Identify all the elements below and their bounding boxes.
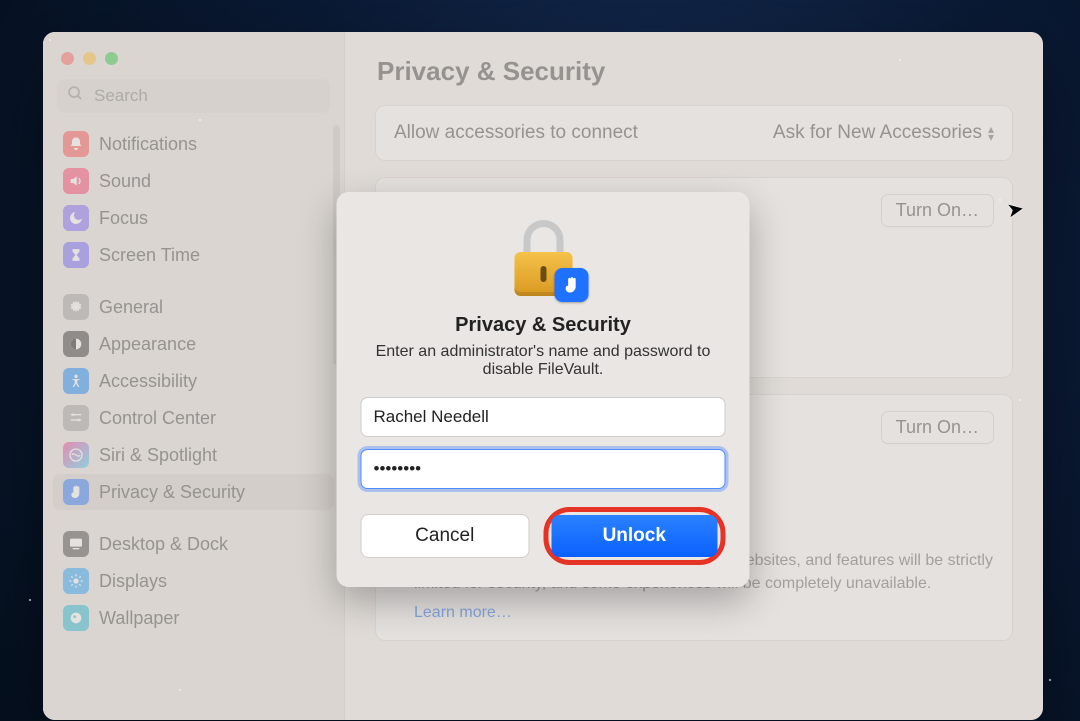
password-field[interactable] xyxy=(361,449,726,489)
gear-icon xyxy=(63,294,89,320)
sidebar-item-focus[interactable]: Focus xyxy=(53,200,334,236)
sidebar-item-privacy-security[interactable]: Privacy & Security xyxy=(53,474,334,510)
appearance-icon xyxy=(63,331,89,357)
lockdown-learn-more-link[interactable]: Learn more… xyxy=(414,604,512,621)
sidebar-item-wallpaper[interactable]: Wallpaper xyxy=(53,600,334,636)
unlock-highlight-ring: Unlock xyxy=(543,507,726,565)
sidebar-item-label: Displays xyxy=(99,571,167,592)
mouse-cursor-icon: ➤ xyxy=(1005,196,1026,224)
search-input[interactable] xyxy=(92,85,320,107)
sidebar-item-desktop-dock[interactable]: Desktop & Dock xyxy=(53,526,334,562)
sidebar-item-label: Notifications xyxy=(99,134,197,155)
sidebar-item-label: Sound xyxy=(99,171,151,192)
wallpaper-icon xyxy=(63,605,89,631)
cancel-button[interactable]: Cancel xyxy=(361,514,530,558)
zoom-window-button[interactable] xyxy=(105,52,118,65)
sidebar-item-label: Accessibility xyxy=(99,371,197,392)
sidebar-item-appearance[interactable]: Appearance xyxy=(53,326,334,362)
control-icon xyxy=(63,405,89,431)
bell-icon xyxy=(63,131,89,157)
sound-icon xyxy=(63,168,89,194)
displays-icon xyxy=(63,568,89,594)
sidebar-item-label: Desktop & Dock xyxy=(99,534,228,555)
sidebar-item-label: Wallpaper xyxy=(99,608,179,629)
privacy-hand-icon xyxy=(554,268,588,302)
sidebar-item-notifications[interactable]: Notifications xyxy=(53,126,334,162)
sidebar-item-label: Screen Time xyxy=(99,245,200,266)
sidebar-item-label: Focus xyxy=(99,208,148,229)
lock-icon xyxy=(508,216,578,296)
sidebar-item-displays[interactable]: Displays xyxy=(53,563,334,599)
sidebar-item-sound[interactable]: Sound xyxy=(53,163,334,199)
sidebar-item-siri-spotlight[interactable]: Siri & Spotlight xyxy=(53,437,334,473)
sidebar-item-label: General xyxy=(99,297,163,318)
sidebar: Notifications Sound Focus Screen Time Genera… xyxy=(43,32,345,720)
dialog-subtitle: Enter an administrator's name and passwo… xyxy=(361,343,726,379)
system-settings-window: Notifications Sound Focus Screen Time Genera… xyxy=(43,32,1043,720)
hand-icon xyxy=(63,479,89,505)
siri-icon xyxy=(63,442,89,468)
close-window-button[interactable] xyxy=(61,52,74,65)
minimize-window-button[interactable] xyxy=(83,52,96,65)
accessories-value: Ask for New Accessories xyxy=(773,122,982,144)
accessories-popup[interactable]: Ask for New Accessories ▴▾ xyxy=(773,122,994,144)
sidebar-item-general[interactable]: General xyxy=(53,289,334,325)
window-controls xyxy=(43,44,344,79)
sidebar-item-control-center[interactable]: Control Center xyxy=(53,400,334,436)
auth-dialog: Privacy & Security Enter an administrato… xyxy=(337,192,750,587)
hourglass-icon xyxy=(63,242,89,268)
filevault-turn-on-button[interactable]: Turn On… xyxy=(881,194,994,227)
accessories-card: Allow accessories to connect Ask for New… xyxy=(375,105,1013,161)
sidebar-item-label: Siri & Spotlight xyxy=(99,445,217,466)
sidebar-item-label: Appearance xyxy=(99,334,196,355)
sidebar-item-label: Privacy & Security xyxy=(99,482,245,503)
moon-icon xyxy=(63,205,89,231)
sidebar-list: Notifications Sound Focus Screen Time Genera… xyxy=(43,125,344,720)
username-field[interactable] xyxy=(361,397,726,437)
dialog-title: Privacy & Security xyxy=(361,314,726,337)
access-icon xyxy=(63,368,89,394)
accessories-label: Allow accessories to connect xyxy=(394,122,638,144)
lockdown-turn-on-button[interactable]: Turn On… xyxy=(881,411,994,444)
sidebar-item-accessibility[interactable]: Accessibility xyxy=(53,363,334,399)
search-field[interactable] xyxy=(57,79,330,113)
sidebar-item-screen-time[interactable]: Screen Time xyxy=(53,237,334,273)
page-title: Privacy & Security xyxy=(377,56,1013,87)
search-icon xyxy=(67,85,84,107)
desktop-icon xyxy=(63,531,89,557)
sidebar-item-label: Control Center xyxy=(99,408,216,429)
unlock-button[interactable]: Unlock xyxy=(551,515,718,557)
chevron-updown-icon: ▴▾ xyxy=(988,125,994,141)
